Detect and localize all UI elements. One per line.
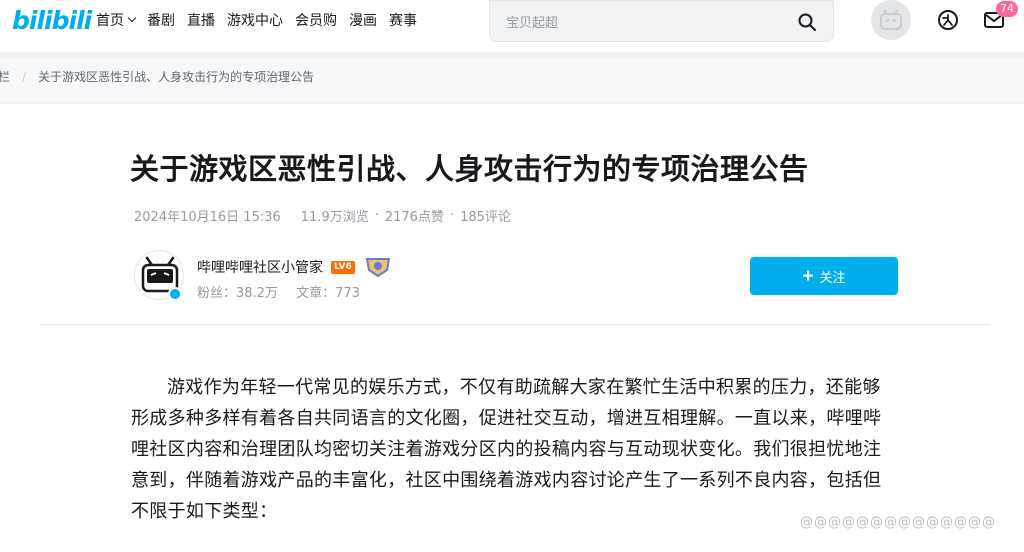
nav-game-center[interactable]: 游戏中心: [227, 10, 283, 30]
main-nav: 首页 番剧 直播 游戏中心 会员购 漫画 赛事: [96, 10, 429, 30]
plus-icon: +: [802, 265, 814, 287]
level-badge: LV6: [331, 260, 355, 274]
verified-icon: [168, 287, 182, 301]
breadcrumb-column[interactable]: 专栏: [0, 68, 10, 85]
fan-count: 粉丝：38.2万: [197, 286, 278, 301]
author-stats: 粉丝：38.2万 文章：773: [197, 282, 374, 301]
search-box[interactable]: 宝贝起超: [489, 0, 834, 42]
breadcrumb-separator: /: [22, 69, 27, 84]
top-header: bilibili 首页 番剧 直播 游戏中心 会员购 漫画 赛事 宝贝起超 74: [0, 0, 1024, 52]
author-info: 哔哩哔哩社区小管家 LV6: [197, 256, 393, 278]
message-count-badge: 74: [996, 1, 1018, 17]
follow-label: 关注: [819, 269, 846, 285]
publish-date: 2024年10月16日 15:36: [134, 210, 281, 225]
breadcrumb-bar: 专栏 / 关于游戏区恶性引战、人身攻击行为的专项治理公告: [0, 58, 1024, 102]
nav-esports[interactable]: 赛事: [389, 10, 417, 30]
nav-live-label: 直播: [187, 13, 215, 29]
nav-live[interactable]: 直播: [187, 10, 215, 30]
nav-game-center-label: 游戏中心: [227, 13, 283, 29]
nav-mall[interactable]: 会员购: [295, 10, 337, 30]
bilibili-logo[interactable]: bilibili: [12, 6, 92, 38]
nav-manga-label: 漫画: [349, 13, 377, 29]
medal-icon: [365, 258, 390, 278]
article-paragraph: 游戏作为年轻一代常见的娱乐方式，不仅有助疏解大家在繁忙生活中积累的压力，还能够形…: [131, 377, 882, 522]
view-count: 11.9万浏览: [300, 210, 369, 225]
nav-manga[interactable]: 漫画: [349, 10, 377, 30]
user-avatar[interactable]: [871, 0, 911, 40]
follow-button[interactable]: + 关注: [750, 257, 898, 295]
tv-mascot-icon: [880, 9, 902, 30]
author-name[interactable]: 哔哩哔哩社区小管家: [197, 257, 323, 277]
search-input[interactable]: 宝贝起超: [506, 12, 558, 31]
divider: [40, 324, 990, 325]
nav-anime[interactable]: 番剧: [147, 10, 175, 30]
like-count: 2176点赞: [384, 210, 444, 225]
breadcrumb-current: 关于游戏区恶性引战、人身攻击行为的专项治理公告: [38, 70, 315, 84]
vip-icon[interactable]: [936, 8, 960, 32]
article-card: 关于游戏区恶性引战、人身攻击行为的专项治理公告 2024年10月16日 15:3…: [0, 104, 1024, 552]
article-count: 文章：773: [296, 286, 360, 301]
breadcrumb: 专栏 / 关于游戏区恶性引战、人身攻击行为的专项治理公告: [0, 68, 314, 85]
article-meta: 2024年10月16日 15:36 11.9万浏览 · 2176点赞 · 185…: [134, 208, 511, 225]
article-body: 游戏作为年轻一代常见的娱乐方式，不仅有助疏解大家在繁忙生活中积累的压力，还能够形…: [131, 372, 891, 527]
nav-mall-label: 会员购: [295, 13, 337, 29]
search-icon[interactable]: [797, 12, 817, 32]
chevron-down-icon: [127, 13, 137, 23]
nav-esports-label: 赛事: [389, 13, 417, 29]
nav-anime-label: 番剧: [147, 13, 175, 29]
nav-home[interactable]: 首页: [96, 10, 137, 30]
article-title: 关于游戏区恶性引战、人身攻击行为的专项治理公告: [130, 152, 809, 186]
nav-home-label: 首页: [96, 13, 124, 29]
comment-count: 185评论: [460, 210, 511, 225]
watermark-text: @@@@@@@@@@@@@@: [800, 515, 996, 530]
